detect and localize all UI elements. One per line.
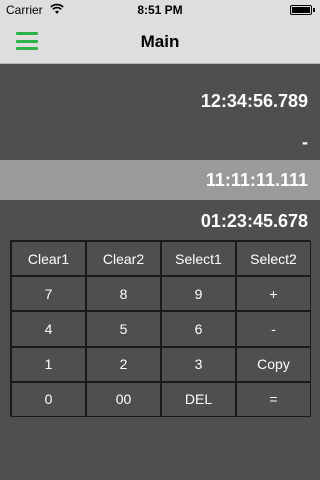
copy-button[interactable]: Copy xyxy=(236,346,311,382)
select1-button[interactable]: Select1 xyxy=(161,241,236,277)
plus-button[interactable]: + xyxy=(236,276,311,312)
key-5-button[interactable]: 5 xyxy=(86,311,161,347)
status-time: 8:51 PM xyxy=(137,3,183,17)
key-8-button[interactable]: 8 xyxy=(86,276,161,312)
display-line-3-selected[interactable]: 11:11:11.111 xyxy=(0,160,320,200)
key-00-button[interactable]: 00 xyxy=(86,381,161,417)
delete-button[interactable]: DEL xyxy=(161,381,236,417)
keypad: Clear1 Clear2 Select1 Select2 7 8 9 + 4 … xyxy=(10,240,311,417)
equals-button[interactable]: = xyxy=(236,381,311,417)
key-9-button[interactable]: 9 xyxy=(161,276,236,312)
key-0-button[interactable]: 0 xyxy=(11,381,86,417)
key-7-button[interactable]: 7 xyxy=(11,276,86,312)
key-6-button[interactable]: 6 xyxy=(161,311,236,347)
key-3-button[interactable]: 3 xyxy=(161,346,236,382)
page-title: Main xyxy=(140,32,180,51)
clear1-button[interactable]: Clear1 xyxy=(11,241,86,277)
select2-button[interactable]: Select2 xyxy=(236,241,311,277)
display-line-4[interactable]: 01:23:45.678 xyxy=(0,201,320,241)
minus-button[interactable]: - xyxy=(236,311,311,347)
key-4-button[interactable]: 4 xyxy=(11,311,86,347)
status-bar: Carrier 8:51 PM xyxy=(0,0,320,20)
display-line-2[interactable]: - xyxy=(0,122,320,162)
key-1-button[interactable]: 1 xyxy=(11,346,86,382)
clear2-button[interactable]: Clear2 xyxy=(86,241,161,277)
battery-icon xyxy=(290,5,315,15)
nav-bar: Main xyxy=(0,20,320,64)
display-line-1[interactable]: 12:34:56.789 xyxy=(0,81,320,121)
key-2-button[interactable]: 2 xyxy=(86,346,161,382)
